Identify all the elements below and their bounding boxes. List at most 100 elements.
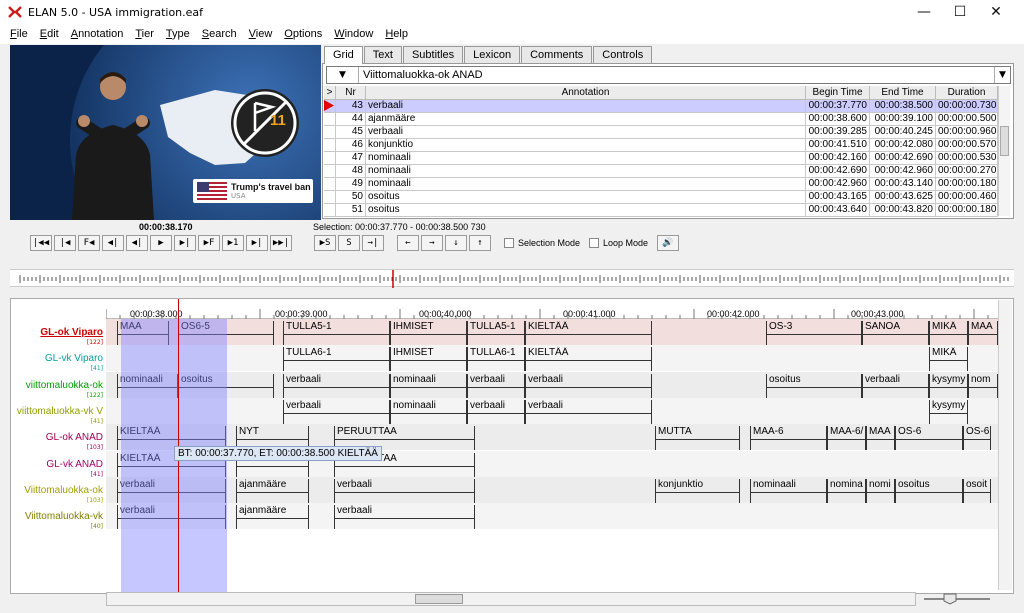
table-row[interactable]: 47 nominaali 00:00:42.160 00:00:42.690 00:00… bbox=[324, 152, 998, 165]
menu-item-type[interactable]: Type bbox=[160, 28, 196, 40]
table-row[interactable]: 48 nominaali 00:00:42.690 00:00:42.960 00:00… bbox=[324, 165, 998, 178]
annotation[interactable]: OS-6 bbox=[963, 426, 991, 451]
tier-name[interactable]: GL-vk Viparo bbox=[13, 353, 103, 364]
timeline-vertical-scrollbar[interactable] bbox=[998, 300, 1012, 590]
nav-arrow-button-0[interactable]: ← bbox=[397, 235, 419, 251]
annotation[interactable]: kysymy bbox=[929, 373, 968, 398]
annotation[interactable]: TULLA5-1 bbox=[467, 321, 525, 345]
tier-row[interactable]: MAA OS6-5 TULLA5-1 IHMISET TULLA5-1 KIELTÄÄ OS… bbox=[106, 319, 998, 345]
tier-row[interactable]: verbaali ajanmääre verbaali bbox=[106, 503, 998, 530]
annotation[interactable]: MAA-6/ bbox=[827, 426, 866, 451]
grid-header-0[interactable]: > bbox=[324, 86, 336, 100]
table-row[interactable]: 43 verbaali 00:00:37.770 00:00:38.500 00:00:… bbox=[324, 100, 998, 113]
annotation[interactable]: osoitus bbox=[766, 373, 862, 398]
media-button-1[interactable]: |◀ bbox=[54, 235, 76, 251]
annotation[interactable]: nomina bbox=[827, 478, 866, 503]
annotation[interactable]: verbaali bbox=[525, 373, 652, 398]
menu-item-search[interactable]: Search bbox=[196, 28, 243, 40]
grid-header-1[interactable]: Nr bbox=[336, 86, 366, 100]
annotation[interactable]: verbaali bbox=[334, 505, 475, 530]
tier-name[interactable]: viittomaluokka-vk V bbox=[13, 406, 103, 417]
menu-item-tier[interactable]: Tier bbox=[129, 28, 160, 40]
maximize-button[interactable]: ☐ bbox=[942, 0, 978, 24]
media-button-3[interactable]: ◀| bbox=[102, 235, 124, 251]
selection-mode-checkbox[interactable] bbox=[504, 238, 514, 248]
tier-row[interactable]: TULLA6-1 IHMISET TULLA6-1 KIELTÄÄ MIKÄ bbox=[106, 345, 998, 372]
annotation[interactable]: IHMISET bbox=[390, 347, 467, 372]
annotation[interactable]: TULLA5-1 bbox=[283, 321, 390, 345]
annotation[interactable]: verbaali bbox=[862, 373, 929, 398]
tier-row[interactable]: verbaali nominaali verbaali verbaali kysymy bbox=[106, 397, 998, 424]
tier-row[interactable]: nominaali osoitus verbaali nominaali verbaal… bbox=[106, 371, 998, 398]
volume-icon[interactable]: 🔊 bbox=[657, 235, 679, 251]
menu-item-window[interactable]: Window bbox=[328, 28, 379, 40]
annotation[interactable]: MUTTA bbox=[655, 426, 740, 451]
tab-grid[interactable]: Grid bbox=[324, 46, 363, 64]
tier-name[interactable]: Viittomaluokka-vk bbox=[13, 511, 103, 522]
overview-strip[interactable] bbox=[10, 269, 1014, 288]
selection-button-0[interactable]: ▶S bbox=[314, 235, 336, 251]
annotation[interactable]: MIKÄ bbox=[929, 321, 968, 345]
annotation[interactable]: verbaali bbox=[525, 399, 652, 424]
annotation[interactable]: nom bbox=[968, 373, 998, 398]
timeline-horizontal-scrollbar[interactable] bbox=[106, 592, 916, 606]
loop-mode-checkbox[interactable] bbox=[589, 238, 599, 248]
zoom-slider[interactable] bbox=[922, 593, 992, 605]
tab-comments[interactable]: Comments bbox=[521, 46, 593, 63]
table-row[interactable]: 49 nominaali 00:00:42.960 00:00:43.140 00:00… bbox=[324, 178, 998, 191]
annotation[interactable]: verbaali bbox=[283, 399, 390, 424]
annotation[interactable]: nominaali bbox=[390, 399, 467, 424]
annotation[interactable]: ajanmääre bbox=[236, 478, 309, 503]
table-row[interactable]: 44 ajanmääre 00:00:38.600 00:00:39.100 00:00… bbox=[324, 113, 998, 126]
annotation[interactable]: KIELTÄÄ bbox=[525, 347, 652, 372]
time-ruler[interactable]: 00:00:38.000 00:00:39.000 00:00:40.000 00:0… bbox=[106, 299, 998, 319]
annotation[interactable]: IHMISET bbox=[390, 321, 467, 345]
grid-header-4[interactable]: End Time bbox=[870, 86, 936, 100]
table-row[interactable]: 46 konjunktio 00:00:41.510 00:00:42.080 00:0… bbox=[324, 139, 998, 152]
media-button-2[interactable]: F◀ bbox=[78, 235, 100, 251]
annotation[interactable]: ajanmääre bbox=[236, 505, 309, 530]
menu-item-view[interactable]: View bbox=[243, 28, 279, 40]
annotation[interactable]: verbaali bbox=[283, 373, 390, 398]
media-button-9[interactable]: ▶| bbox=[246, 235, 268, 251]
annotation[interactable]: MIKÄ bbox=[929, 347, 968, 372]
tier-name[interactable]: GL-ok Viparo bbox=[13, 327, 103, 338]
video-viewer[interactable]: 11 Trump's travel ban USA bbox=[10, 45, 321, 220]
tier-name[interactable]: GL-ok ANAD bbox=[13, 432, 103, 443]
annotation[interactable]: verbaali bbox=[467, 373, 525, 398]
annotation[interactable]: osoit bbox=[963, 478, 991, 503]
grid-scrollbar[interactable] bbox=[998, 86, 1010, 216]
tab-subtitles[interactable]: Subtitles bbox=[402, 46, 464, 63]
annotation[interactable]: nominaali bbox=[750, 478, 827, 503]
media-button-6[interactable]: ▶| bbox=[174, 235, 196, 251]
media-button-4[interactable]: ◀| bbox=[126, 235, 148, 251]
tier-name[interactable]: Viittomaluokka-ok bbox=[13, 485, 103, 496]
annotation[interactable]: MAA bbox=[968, 321, 998, 345]
close-button[interactable]: ✕ bbox=[978, 0, 1014, 24]
tier-select-toggle-icon[interactable]: ▼ bbox=[327, 67, 359, 83]
annotation[interactable]: SANOA bbox=[862, 321, 929, 345]
annotation[interactable]: verbaali bbox=[334, 478, 475, 503]
nav-arrow-button-3[interactable]: ↑ bbox=[469, 235, 491, 251]
annotation[interactable]: verbaali bbox=[467, 399, 525, 424]
grid-header-2[interactable]: Annotation bbox=[366, 86, 806, 100]
annotation[interactable]: KIELTÄÄ bbox=[525, 321, 652, 345]
menu-item-help[interactable]: Help bbox=[379, 28, 414, 40]
annotation[interactable]: OS-3 bbox=[766, 321, 862, 345]
menu-item-edit[interactable]: Edit bbox=[34, 28, 65, 40]
table-row[interactable]: 50 osoitus 00:00:43.165 00:00:43.625 00:00:0… bbox=[324, 191, 998, 204]
media-button-10[interactable]: ▶▶| bbox=[270, 235, 292, 251]
menu-item-annotation[interactable]: Annotation bbox=[65, 28, 130, 40]
tier-select[interactable]: ▼ Viittomaluokka-ok ANAD ▼ bbox=[326, 66, 1011, 84]
annotation[interactable]: MAA-6 bbox=[750, 426, 827, 451]
grid-header-5[interactable]: Duration bbox=[936, 86, 998, 100]
annotation[interactable]: TULLA6-1 bbox=[283, 347, 390, 372]
media-button-7[interactable]: ▶F bbox=[198, 235, 220, 251]
tab-controls[interactable]: Controls bbox=[593, 46, 653, 63]
menu-item-file[interactable]: File bbox=[4, 28, 34, 40]
annotation[interactable]: osoitus bbox=[895, 478, 963, 503]
nav-arrow-button-2[interactable]: ↓ bbox=[445, 235, 467, 251]
chevron-down-icon[interactable]: ▼ bbox=[994, 67, 1010, 83]
selection-button-1[interactable]: S bbox=[338, 235, 360, 251]
selection-button-2[interactable]: →| bbox=[362, 235, 384, 251]
